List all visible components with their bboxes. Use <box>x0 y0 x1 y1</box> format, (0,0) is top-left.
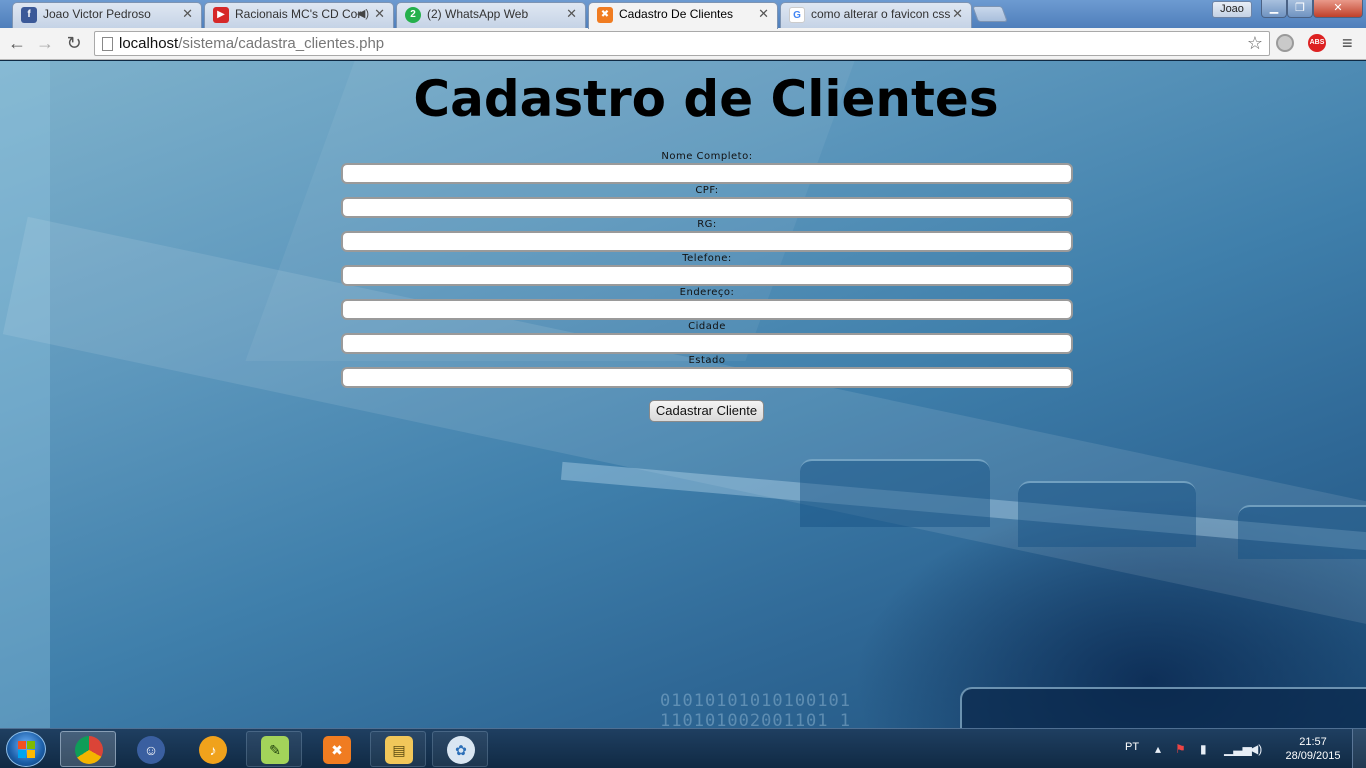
reload-icon[interactable]: ↻ <box>63 32 85 54</box>
cidade-input[interactable] <box>341 333 1073 354</box>
close-tab-icon[interactable]: ✕ <box>182 3 193 25</box>
browser-tab-strip: f Joao Victor Pedroso ✕ ▶ Racionais MC's… <box>0 0 1366 29</box>
taskbar-character-app[interactable]: ☺ <box>122 731 178 767</box>
facebook-icon: f <box>21 7 37 23</box>
clock-date: 28/09/2015 <box>1285 750 1341 762</box>
close-tab-icon[interactable]: ✕ <box>952 3 963 25</box>
tab-title: como alterar o favicon css <box>811 7 951 21</box>
back-arrow-icon[interactable]: ← <box>6 32 28 54</box>
start-button[interactable] <box>6 731 46 767</box>
tab-cadastro-clientes[interactable]: ✖ Cadastro De Clientes ✕ <box>588 2 778 29</box>
character-icon: ☺ <box>137 736 165 764</box>
forward-arrow-icon[interactable]: → <box>34 32 56 54</box>
tab-title: (2) WhatsApp Web <box>427 7 529 21</box>
xampp-icon: ✖ <box>597 7 613 23</box>
tab-title: Cadastro De Clientes <box>619 7 734 21</box>
page-icon <box>102 37 113 51</box>
background-decoration <box>800 459 990 527</box>
tab-title: Joao Victor Pedroso <box>43 7 151 21</box>
xampp-icon: ✖ <box>323 736 351 764</box>
tab-facebook[interactable]: f Joao Victor Pedroso ✕ <box>12 2 202 28</box>
url-text: localhost/sistema/cadastra_clientes.php <box>119 35 385 52</box>
nome-completo-label: Nome Completo: <box>661 151 753 162</box>
rg-label: RG: <box>697 219 717 230</box>
client-registration-form: Nome Completo: CPF: RG: Telefone: Endere… <box>341 150 1073 388</box>
chrome-icon <box>75 736 103 764</box>
cidade-label: Cidade <box>688 321 726 332</box>
folder-icon: ▤ <box>385 736 413 764</box>
action-center-flag-icon[interactable]: ⚑ <box>1175 742 1186 756</box>
show-hidden-icons-icon[interactable]: ▴ <box>1155 742 1161 756</box>
close-tab-icon[interactable]: ✕ <box>758 3 769 25</box>
adblock-icon[interactable]: ABS <box>1308 34 1326 52</box>
rg-input[interactable] <box>341 231 1073 252</box>
tab-whatsapp[interactable]: 2 (2) WhatsApp Web ✕ <box>396 2 586 28</box>
google-icon: G <box>789 7 805 23</box>
bookmark-star-icon[interactable]: ☆ <box>1247 33 1263 54</box>
close-tab-icon[interactable]: ✕ <box>374 3 385 25</box>
fruity-loops-icon: ♪ <box>199 736 227 764</box>
close-window-button[interactable]: ✕ <box>1313 0 1363 18</box>
background-decoration <box>1238 505 1366 559</box>
telefone-label: Telefone: <box>682 253 732 264</box>
background-decoration <box>1018 481 1196 547</box>
youtube-icon: ▶ <box>213 7 229 23</box>
windows-logo-icon <box>18 741 36 759</box>
palette-icon: ✿ <box>447 736 475 764</box>
new-tab-button[interactable] <box>972 6 1008 22</box>
cpf-input[interactable] <box>341 197 1073 218</box>
windows-taskbar: ☺ ♪ ✎ ✖ ▤ ✿ PT ▴ ⚑ ▮ ▁▃▅ ◀) 21:57 28/09/… <box>0 728 1366 768</box>
endereco-input[interactable] <box>341 299 1073 320</box>
estado-input[interactable] <box>341 367 1073 388</box>
notepad-plus-icon: ✎ <box>261 736 289 764</box>
show-desktop-button[interactable] <box>1352 729 1366 768</box>
cpf-label: CPF: <box>695 185 719 196</box>
power-icon[interactable]: ▮ <box>1200 742 1207 756</box>
background-decoration <box>0 61 50 728</box>
whatsapp-icon: 2 <box>405 7 421 23</box>
clock-time: 21:57 <box>1299 736 1327 748</box>
background-binary-text: 01010101010100101 110101002001101 1 <box>660 691 851 728</box>
tab-google-search[interactable]: G como alterar o favicon css ✕ <box>780 2 972 28</box>
chrome-menu-icon[interactable]: ≡ <box>1342 33 1353 54</box>
maximize-button[interactable]: ❐ <box>1287 0 1313 18</box>
taskbar-notepad-plus[interactable]: ✎ <box>246 731 302 767</box>
system-clock[interactable]: 21:57 28/09/2015 <box>1278 735 1348 763</box>
browser-toolbar: ← → ↻ localhost/sistema/cadastra_cliente… <box>0 28 1366 60</box>
address-bar[interactable]: localhost/sistema/cadastra_clientes.php … <box>94 31 1270 56</box>
telefone-input[interactable] <box>341 265 1073 286</box>
nome-completo-input[interactable] <box>341 163 1073 184</box>
taskbar-chrome[interactable] <box>60 731 116 767</box>
background-decoration <box>960 687 1366 728</box>
estado-label: Estado <box>688 355 726 366</box>
taskbar-paint[interactable]: ✿ <box>432 731 488 767</box>
speaker-icon: ◀) <box>356 8 369 20</box>
taskbar-explorer[interactable]: ▤ <box>370 731 426 767</box>
tab-youtube[interactable]: ▶ Racionais MC's CD Cor ◀) ✕ <box>204 2 394 28</box>
taskbar-xampp[interactable]: ✖ <box>308 731 364 767</box>
taskbar-fl-studio[interactable]: ♪ <box>184 731 240 767</box>
tab-title: Racionais MC's CD Cor <box>235 7 362 21</box>
minimize-button[interactable]: ▁ <box>1261 0 1287 18</box>
page-title: Cadastro de Clientes <box>413 70 999 128</box>
endereco-label: Endereço: <box>679 287 735 298</box>
close-tab-icon[interactable]: ✕ <box>566 3 577 25</box>
opera-ext-icon[interactable] <box>1276 34 1294 52</box>
cadastrar-cliente-button[interactable]: Cadastrar Cliente <box>649 400 764 422</box>
language-indicator[interactable]: PT <box>1125 741 1139 768</box>
network-signal-icon[interactable]: ▁▃▅ <box>1224 742 1252 756</box>
volume-icon[interactable]: ◀) <box>1249 742 1262 756</box>
profile-button[interactable]: Joao <box>1212 1 1252 18</box>
